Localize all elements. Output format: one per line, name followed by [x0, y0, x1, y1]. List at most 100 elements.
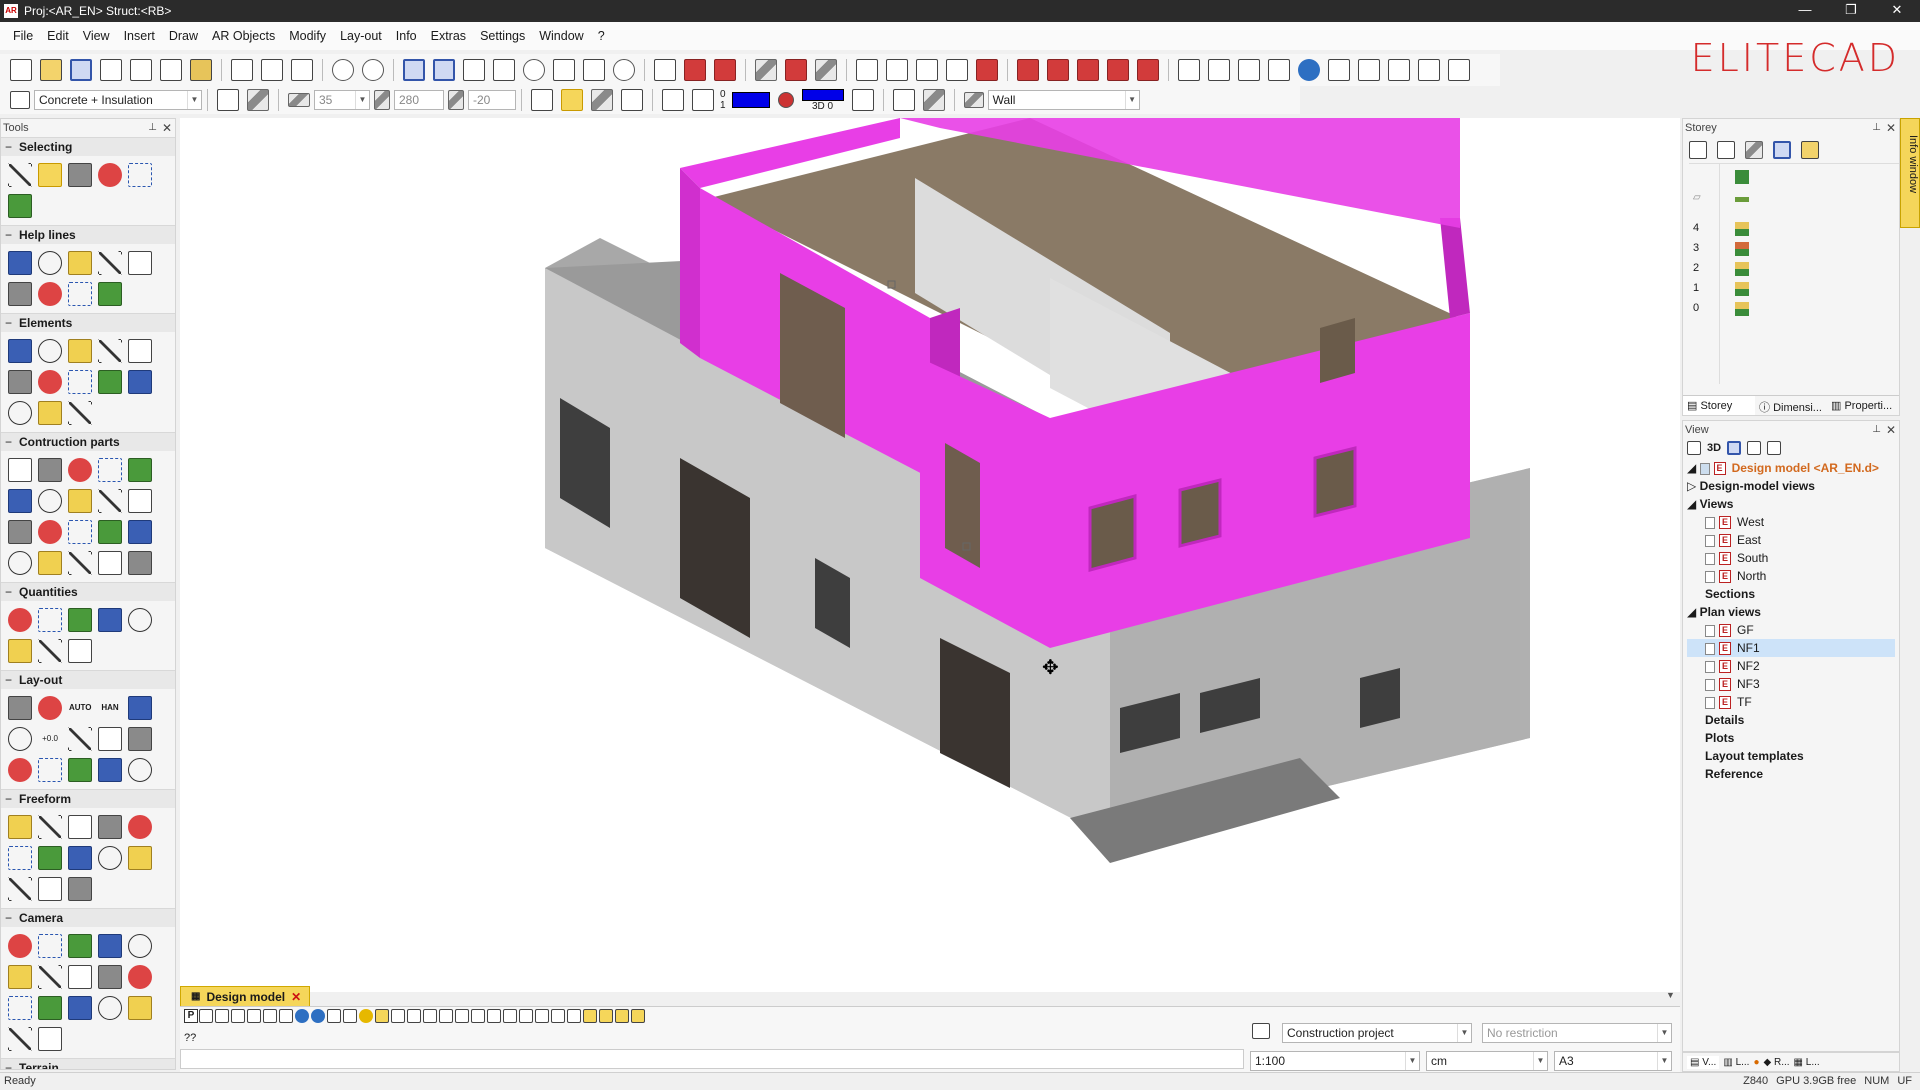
snap-point-icon[interactable] — [1208, 59, 1230, 81]
tool-icon[interactable] — [98, 727, 122, 751]
tool-icon[interactable] — [8, 996, 32, 1020]
tool-icon[interactable] — [8, 727, 32, 751]
tool-icon[interactable] — [38, 251, 62, 275]
tool-icon[interactable] — [128, 815, 152, 839]
storey-level[interactable]: 3 — [1693, 242, 1699, 254]
properties-icon[interactable] — [946, 59, 968, 81]
tool-icon[interactable]: AUTO — [68, 696, 92, 720]
redo-icon[interactable] — [362, 59, 384, 81]
close-panel-icon[interactable]: ✕ — [1886, 421, 1896, 439]
tool-icon[interactable] — [68, 370, 92, 394]
filter-settings-icon[interactable] — [1252, 1023, 1270, 1039]
command-input[interactable] — [180, 1049, 1244, 1069]
tool-icon[interactable] — [98, 282, 122, 306]
snap-mode-icon[interactable] — [295, 1009, 309, 1023]
tool-icon[interactable] — [8, 934, 32, 958]
snap-mode-icon[interactable] — [487, 1009, 501, 1023]
align-left-icon[interactable] — [531, 89, 553, 111]
tool-icon[interactable] — [8, 520, 32, 544]
snap-mode-icon[interactable] — [343, 1009, 357, 1023]
tool-icon[interactable] — [8, 551, 32, 575]
tree-view-west[interactable]: E West — [1687, 513, 1895, 531]
tab-lists[interactable]: ▦ L... — [1794, 1057, 1820, 1068]
snap-mode-icon[interactable] — [375, 1009, 389, 1023]
storey-level[interactable]: 1 — [1693, 282, 1699, 294]
tool-icon[interactable] — [8, 815, 32, 839]
tree-root[interactable]: ◢ E Design model <AR_EN.d> — [1687, 459, 1895, 477]
fill-color[interactable]: 3D 0 — [801, 88, 844, 112]
exit-icon[interactable] — [1448, 59, 1470, 81]
undo-icon[interactable] — [332, 59, 354, 81]
snap-mode-icon[interactable] — [247, 1009, 261, 1023]
tool-icon[interactable] — [68, 551, 92, 575]
query-icon[interactable] — [886, 59, 908, 81]
storey-level[interactable]: 2 — [1693, 262, 1699, 274]
wall-axis-icon[interactable] — [247, 89, 269, 111]
color-picker-icon[interactable] — [777, 92, 794, 108]
menu-file[interactable]: File — [6, 29, 40, 43]
tool-icon[interactable] — [38, 846, 62, 870]
tool-icon[interactable]: +0.0 — [38, 727, 62, 751]
unit-combo[interactable]: cm ▼ — [1426, 1051, 1548, 1071]
tool-icon[interactable] — [38, 815, 62, 839]
close-panel-icon[interactable]: ✕ — [1886, 119, 1896, 137]
tool-icon[interactable] — [38, 370, 62, 394]
tool-section-header[interactable]: Lay-out — [1, 670, 175, 689]
tool-icon[interactable] — [98, 846, 122, 870]
thickness-field[interactable]: 35 ▼ — [314, 90, 370, 110]
copy-element-icon[interactable] — [463, 59, 485, 81]
tool-section-header[interactable]: Contruction parts — [1, 432, 175, 451]
stretch-icon[interactable] — [654, 59, 676, 81]
measure-icon[interactable] — [916, 59, 938, 81]
tool-icon[interactable] — [68, 163, 92, 187]
snap-mode-icon[interactable] — [231, 1009, 245, 1023]
tool-icon[interactable] — [68, 877, 92, 901]
paste-icon[interactable] — [291, 59, 313, 81]
menu-insert[interactable]: Insert — [117, 29, 162, 43]
tree-layout-templates[interactable]: Layout templates — [1687, 747, 1895, 765]
pin-icon[interactable]: ⊥ — [148, 119, 157, 137]
tool-icon[interactable] — [8, 458, 32, 482]
pin-icon[interactable]: ⊥ — [1872, 119, 1881, 137]
tree-plan-nf2[interactable]: E NF2 — [1687, 657, 1895, 675]
tool-icon[interactable] — [68, 339, 92, 363]
tool-icon[interactable] — [98, 965, 122, 989]
snap-mode-icon[interactable] — [503, 1009, 517, 1023]
tool-icon[interactable] — [128, 489, 152, 513]
layer-icon[interactable] — [755, 59, 777, 81]
save-icon[interactable] — [70, 59, 92, 81]
menu-view[interactable]: View — [76, 29, 117, 43]
zoom-icon[interactable] — [1298, 59, 1320, 81]
component-settings-icon[interactable] — [892, 89, 915, 111]
array-icon[interactable] — [613, 59, 635, 81]
storey-stack-icon[interactable] — [1745, 141, 1763, 159]
offset-field[interactable]: -20 — [468, 90, 516, 110]
view-filter-icon[interactable] — [1767, 441, 1782, 455]
menu-edit[interactable]: Edit — [40, 29, 76, 43]
tool-icon[interactable] — [128, 163, 152, 187]
tool-icon[interactable] — [8, 489, 32, 513]
snap-mode-icon[interactable] — [199, 1009, 213, 1023]
select-all-icon[interactable] — [433, 59, 455, 81]
tree-details[interactable]: Details — [1687, 711, 1895, 729]
menu-extras[interactable]: Extras — [424, 29, 473, 43]
line-color-swatch[interactable] — [731, 92, 770, 108]
maximize-button[interactable]: ❐ — [1828, 0, 1874, 22]
tool-icon[interactable] — [38, 758, 62, 782]
tool-icon[interactable] — [38, 639, 62, 663]
storey-active-icon[interactable] — [1773, 141, 1791, 159]
tool-icon[interactable] — [68, 401, 92, 425]
rotate-icon[interactable] — [523, 59, 545, 81]
close-tab-icon[interactable]: ✕ — [291, 990, 301, 1004]
storey-tree-icon[interactable] — [1801, 141, 1819, 159]
tool-icon[interactable] — [98, 934, 122, 958]
tab-design-model[interactable]: ▦ Design model ✕ — [180, 986, 311, 1006]
tool-icon[interactable] — [68, 608, 92, 632]
tool-icon[interactable] — [98, 251, 122, 275]
tool-icon[interactable] — [8, 251, 32, 275]
tool-icon[interactable] — [98, 489, 122, 513]
tools-icon[interactable] — [1077, 59, 1099, 81]
height-field[interactable]: 280 — [394, 90, 444, 110]
tool-section-header[interactable]: Selecting — [1, 137, 175, 156]
tool-icon[interactable] — [38, 489, 62, 513]
